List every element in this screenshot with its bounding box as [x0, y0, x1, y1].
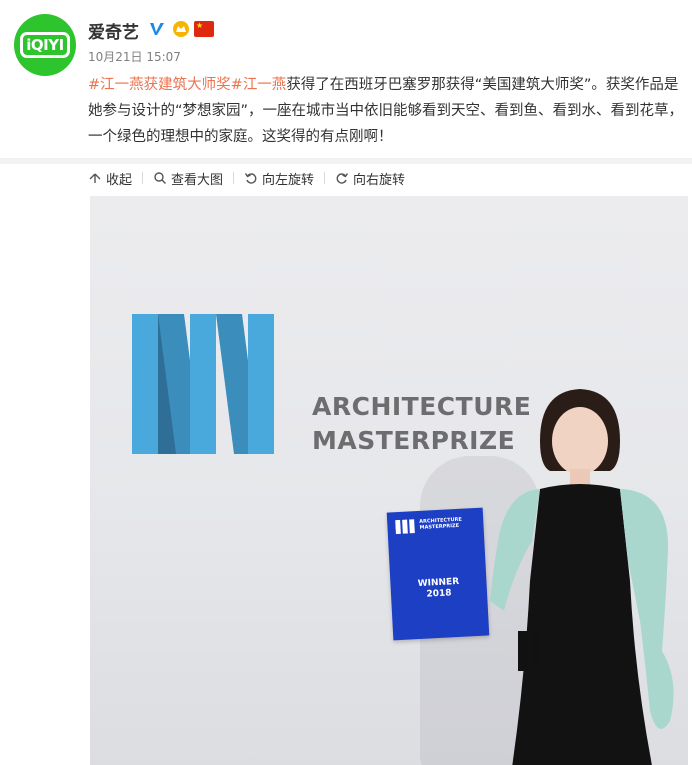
rotate-right-label: 向右旋转 [353, 172, 406, 188]
collapse-label: 收起 [106, 172, 133, 188]
verified-icon[interactable] [148, 20, 166, 38]
weibo-post: iQIYI 爱奇艺 ★ 10月21日 15:07 #江一燕获建筑大师奖#江一燕获… [0, 0, 692, 765]
winner-certificate: ARCHITECTURE MASTERPRIZE WINNER 2018 [386, 507, 490, 641]
rotate-left-button[interactable]: 向左旋转 [244, 169, 314, 188]
timestamp[interactable]: 10月21日 15:07 [88, 48, 181, 65]
collapse-button[interactable]: 收起 [88, 169, 132, 188]
view-large-label: 查看大图 [171, 172, 224, 188]
hashtag-link[interactable]: #江一燕获建筑大师奖# [88, 77, 243, 93]
divider [0, 158, 692, 164]
toolbar-separator [142, 172, 144, 184]
post-text: #江一燕获建筑大师奖#江一燕获得了在西班牙巴塞罗那获得“美国建筑大师奖”。获奖作… [88, 72, 684, 150]
user-name[interactable]: 爱奇艺 [88, 18, 139, 43]
avatar[interactable]: iQIYI [14, 14, 76, 76]
flag-icon[interactable]: ★ [194, 21, 214, 37]
architecture-masterprize-logo [132, 314, 274, 454]
flag-star-icon: ★ [196, 21, 204, 30]
iqiyi-logo: iQIYI [20, 32, 70, 58]
toolbar-separator [324, 172, 326, 184]
view-large-button[interactable]: 查看大图 [153, 169, 223, 188]
image-toolbar: 收起 查看大图 向左旋转 向右旋转 [88, 168, 405, 188]
rotate-right-button[interactable]: 向右旋转 [335, 169, 405, 188]
search-icon [154, 172, 167, 184]
rotate-right-icon [336, 173, 349, 184]
certificate-logo-icon [395, 519, 415, 535]
rotate-left-label: 向左旋转 [262, 172, 315, 188]
collapse-icon [89, 173, 101, 183]
toolbar-separator [233, 172, 235, 184]
badge-icon[interactable] [172, 20, 190, 38]
rotate-left-icon [244, 173, 257, 184]
mention-link[interactable]: 江一燕 [243, 77, 287, 93]
post-photo[interactable]: ARCHITECTURE MASTERPRIZE ARCHITECTURE MA… [90, 196, 688, 765]
woman-figure [490, 389, 674, 765]
avatar-logo-text: iQIYI [26, 36, 64, 54]
